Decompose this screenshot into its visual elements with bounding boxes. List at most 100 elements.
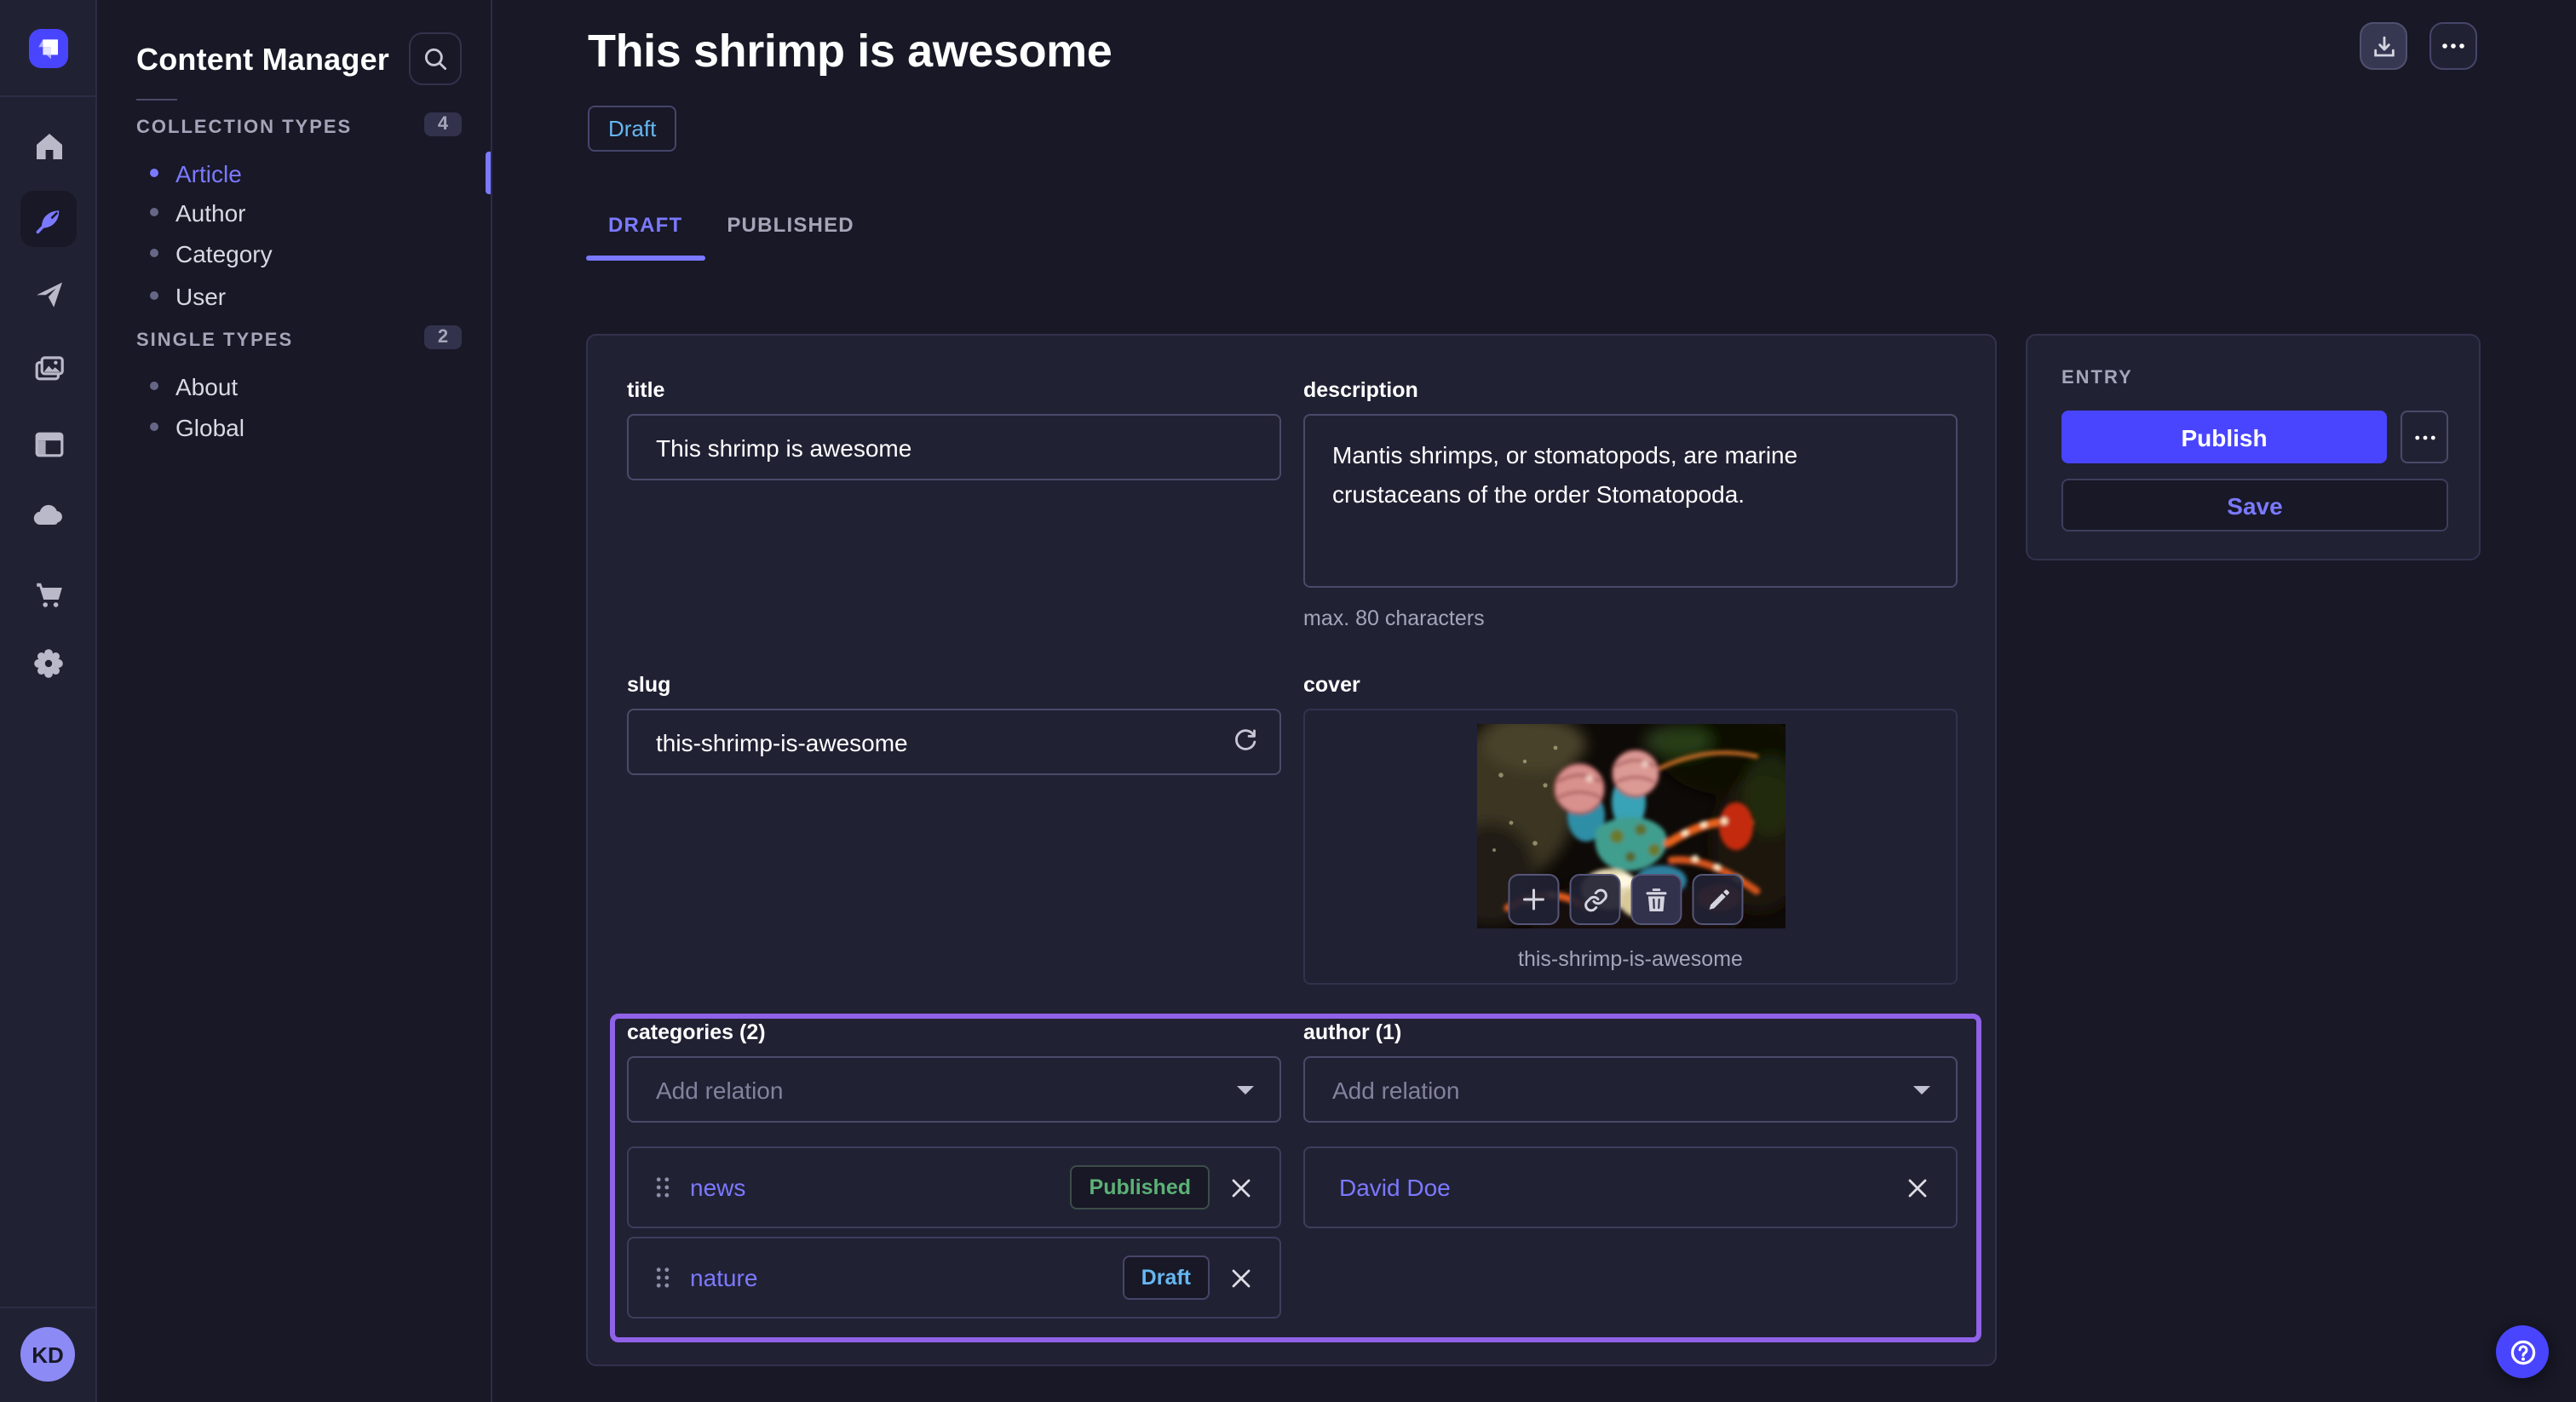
user-avatar[interactable]: KD [20,1327,75,1382]
entry-panel: ENTRY Publish Save [2026,334,2481,560]
search-icon [423,46,448,72]
sidebar-item-releases[interactable] [20,266,77,322]
regenerate-slug-button[interactable] [1232,727,1259,755]
nav-item-label: Global [175,413,244,440]
close-icon [1230,1267,1252,1289]
sidebar-item-media-library[interactable] [20,341,77,397]
relation-link[interactable]: nature [690,1264,757,1291]
sidebar-item-global[interactable]: Global [150,412,474,441]
entry-heading: ENTRY [2061,368,2133,388]
nav-item-label: Article [175,159,242,187]
cover-actions [1508,874,1743,925]
relation-link[interactable]: news [690,1174,745,1201]
publish-button[interactable]: Publish [2061,411,2387,463]
home-icon [32,129,66,163]
content-feather-icon [32,202,66,236]
cover-image-wrap [1476,724,1785,928]
regenerate-icon [1232,727,1259,755]
more-options-icon [2413,434,2435,440]
sidebar-item-category[interactable]: Category [150,238,474,267]
nav-item-label: About [175,372,238,399]
layout-builder-icon [32,427,66,461]
cover-media-card: this-shrimp-is-awesome [1303,709,1958,985]
title-field-group: title [627,378,1281,480]
title-input[interactable] [627,414,1281,480]
version-tabs: DRAFT PUBLISHED [586,194,877,261]
entry-more-button[interactable] [2401,411,2448,463]
bullet-icon [150,382,158,390]
remove-relation-button[interactable] [1227,1173,1256,1202]
more-options-icon [2441,43,2465,49]
slug-field-group: slug [627,673,1281,775]
sidebar-item-article[interactable]: Article [150,158,474,187]
sidebar-item-content-manager[interactable] [20,191,77,247]
header-more-button[interactable] [2429,22,2477,70]
description-textarea[interactable]: Mantis shrimps, or stomatopods, are mari… [1303,414,1958,588]
tab-published[interactable]: PUBLISHED [704,194,877,261]
trash-icon [1644,887,1668,912]
cover-copy-link-button[interactable] [1569,874,1620,925]
categories-field-label: categories (2) [627,1020,766,1044]
sidebar-item-user[interactable]: User [150,281,474,310]
page-title: This shrimp is awesome [588,26,1112,78]
save-button[interactable]: Save [2061,479,2448,531]
drag-handle-icon[interactable] [653,1264,673,1291]
description-field-label: description [1303,378,1958,402]
single-types-count-badge: 2 [424,325,462,349]
avatar-initials: KD [32,1342,64,1367]
help-button[interactable] [2496,1325,2549,1378]
tab-draft[interactable]: DRAFT [586,194,704,261]
content-manager-app: KD Content Manager COLLECTION TYPES 4 Ar… [0,0,2576,1402]
subnav-title: Content Manager [136,43,389,78]
author-add-relation-combobox[interactable]: Add relation [1303,1056,1958,1123]
remove-relation-button[interactable] [1227,1263,1256,1292]
status-badge: Draft [588,106,676,152]
description-field-group: description Mantis shrimps, or stomatopo… [1303,378,1958,630]
slug-field-label: slug [627,673,1281,697]
strapi-logo[interactable] [29,29,68,68]
relation-item-nature: nature Draft [627,1237,1281,1319]
sidebar-item-about[interactable]: About [150,371,474,400]
sidebar-item-settings[interactable] [20,635,77,692]
sidebar-item-cloud[interactable] [20,487,77,543]
sidebar-item-home[interactable] [20,118,77,174]
close-icon [1230,1176,1252,1198]
active-item-indicator [486,152,491,194]
rail-divider [0,95,95,97]
collection-types-heading: COLLECTION TYPES [136,118,352,138]
nav-item-label: User [175,282,226,309]
remove-relation-button[interactable] [1903,1173,1932,1202]
bullet-icon [150,422,158,431]
sidebar-item-author[interactable]: Author [150,198,474,227]
edit-form-panel: title description Mantis shrimps, or sto… [586,334,1997,1366]
cover-edit-button[interactable] [1692,874,1743,925]
nav-item-label: Author [175,198,246,226]
tab-label: DRAFT [608,213,682,237]
download-icon [2371,33,2396,59]
download-button[interactable] [2360,22,2407,70]
edit-pencil-icon [1705,887,1730,912]
settings-gear-icon [31,646,66,681]
close-icon [1906,1176,1929,1198]
search-button[interactable] [409,32,462,85]
combobox-placeholder: Add relation [656,1076,783,1103]
cloud-icon [31,497,66,533]
drag-handle-icon[interactable] [653,1174,673,1201]
slug-input[interactable] [627,709,1281,775]
cover-delete-button[interactable] [1630,874,1682,925]
combobox-placeholder: Add relation [1332,1076,1459,1103]
title-field-label: title [627,378,1281,402]
media-images-icon [32,352,66,386]
sidebar-item-content-type-builder[interactable] [20,416,77,472]
categories-add-relation-combobox[interactable]: Add relation [627,1056,1281,1123]
cover-filename: this-shrimp-is-awesome [1305,947,1956,971]
sidebar-item-marketplace[interactable] [20,566,77,622]
relation-link[interactable]: David Doe [1339,1174,1451,1201]
bullet-icon [150,249,158,257]
relation-status-badge: Draft [1123,1255,1210,1300]
chevron-down-icon [1912,1083,1932,1096]
cover-add-button[interactable] [1508,874,1559,925]
description-hint: max. 80 characters [1303,606,1958,630]
cover-field-label: cover [1303,673,1958,697]
main-nav-rail: KD [0,0,97,1402]
